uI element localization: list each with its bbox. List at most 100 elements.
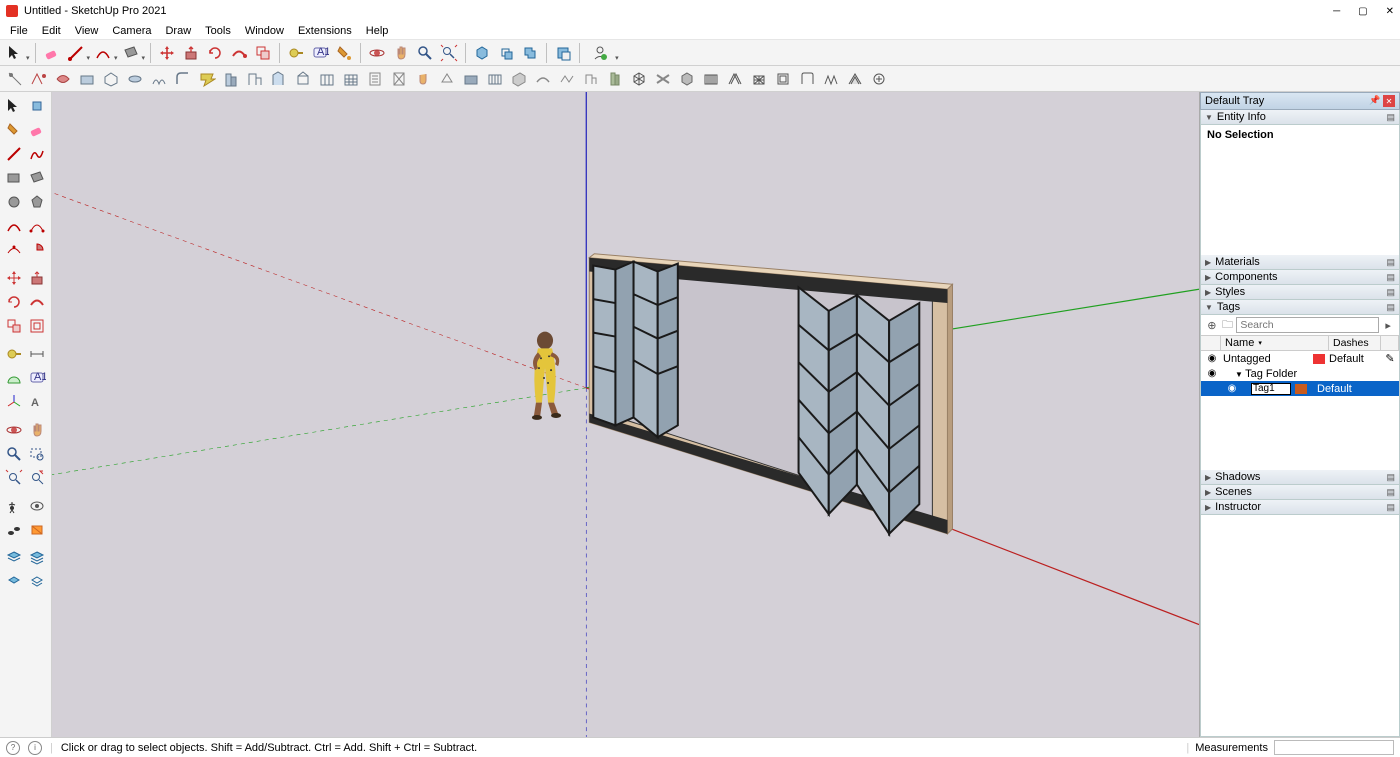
lt-polygon[interactable] [26, 190, 50, 214]
ext-tool-12[interactable] [268, 68, 290, 90]
lt-position[interactable] [2, 494, 26, 518]
ext-tool-36[interactable] [844, 68, 866, 90]
lt-rotate[interactable] [2, 290, 26, 314]
ext-tool-28[interactable] [652, 68, 674, 90]
panel-entity-info[interactable]: ▼Entity Info▤ [1200, 110, 1400, 125]
ext-tool-7[interactable] [148, 68, 170, 90]
ext-tool-23[interactable] [532, 68, 554, 90]
panel-instructor[interactable]: ▶Instructor▤ [1200, 500, 1400, 515]
panel-styles[interactable]: ▶Styles▤ [1200, 285, 1400, 300]
ext-tool-16[interactable] [364, 68, 386, 90]
edit-icon[interactable]: ✎ [1381, 352, 1399, 365]
scale-tool-button[interactable] [252, 42, 274, 64]
tags-search-input[interactable] [1236, 317, 1379, 333]
panel-materials[interactable]: ▶Materials▤ [1200, 255, 1400, 270]
lt-zoomext[interactable] [2, 466, 26, 490]
lt-circle[interactable] [2, 190, 26, 214]
tray-close-icon[interactable]: ✕ [1383, 95, 1395, 107]
lt-layers1[interactable] [2, 546, 26, 570]
ext-tool-20[interactable] [460, 68, 482, 90]
tags-menu-icon[interactable]: ▸ [1381, 317, 1395, 333]
lt-pie[interactable] [26, 238, 50, 262]
visibility-icon[interactable]: ◉ [1203, 353, 1221, 364]
add-tag-icon[interactable]: ⊕ [1205, 317, 1219, 333]
lt-rotrect[interactable] [26, 166, 50, 190]
lt-text[interactable]: A1 [26, 366, 50, 390]
close-button[interactable]: ✕ [1386, 6, 1394, 17]
ext-tool-35[interactable] [820, 68, 842, 90]
lt-rect[interactable] [2, 166, 26, 190]
ext-tool-18[interactable] [412, 68, 434, 90]
panel-shadows[interactable]: ▶Shadows▤ [1200, 470, 1400, 485]
panel-opts-icon[interactable]: ▤ [1386, 112, 1395, 123]
ext-tool-8[interactable] [172, 68, 194, 90]
zoom-extents-button[interactable] [438, 42, 460, 64]
tape-tool-button[interactable] [285, 42, 307, 64]
ext-tool-9[interactable] [196, 68, 218, 90]
lt-followme[interactable] [26, 290, 50, 314]
menu-edit[interactable]: Edit [36, 23, 67, 39]
ext-tool-24[interactable] [556, 68, 578, 90]
pan-tool-button[interactable] [390, 42, 412, 64]
lt-3parc[interactable] [2, 238, 26, 262]
lt-move[interactable] [2, 266, 26, 290]
rectangle-tool-button[interactable] [120, 42, 142, 64]
lt-arc[interactable] [2, 214, 26, 238]
maximize-button[interactable]: ▢ [1358, 6, 1367, 17]
lt-tape[interactable] [2, 342, 26, 366]
line-tool-button[interactable] [65, 42, 87, 64]
ext-tool-4[interactable] [76, 68, 98, 90]
menu-draw[interactable]: Draw [159, 23, 197, 39]
lt-section[interactable] [26, 518, 50, 542]
lt-eraser[interactable] [26, 118, 50, 142]
color-swatch[interactable] [1295, 384, 1307, 394]
ext-tool-27[interactable] [628, 68, 650, 90]
lt-prev[interactable] [26, 466, 50, 490]
ext-tool-32[interactable] [748, 68, 770, 90]
measurements-input[interactable] [1274, 740, 1394, 755]
ext-tool-33[interactable] [772, 68, 794, 90]
text-tool-button[interactable]: A1 [309, 42, 331, 64]
ext-tool-25[interactable] [580, 68, 602, 90]
visibility-icon[interactable]: ◉ [1203, 368, 1221, 379]
lt-component[interactable] [26, 94, 50, 118]
lt-2parc[interactable] [26, 214, 50, 238]
ext-tool-31[interactable] [724, 68, 746, 90]
solid-union-button[interactable] [519, 42, 541, 64]
add-folder-icon[interactable]: 🗀 [1221, 317, 1235, 333]
ext-tool-1[interactable] [4, 68, 26, 90]
lt-select[interactable] [2, 94, 26, 118]
lt-protractor[interactable] [2, 366, 26, 390]
ext-tool-6[interactable] [124, 68, 146, 90]
solid-subtract-button[interactable] [552, 42, 574, 64]
lt-scale[interactable] [2, 314, 26, 338]
tag-row-folder[interactable]: ◉ ▼ Tag Folder [1201, 366, 1399, 381]
ext-tool-26[interactable] [604, 68, 626, 90]
lt-look[interactable] [26, 494, 50, 518]
tag-row-tag1[interactable]: ◉ Default [1201, 381, 1399, 396]
pin-icon[interactable]: 📌 [1369, 95, 1379, 105]
ext-tool-15[interactable] [340, 68, 362, 90]
ext-tool-5[interactable] [100, 68, 122, 90]
menu-view[interactable]: View [69, 23, 105, 39]
ext-tool-37[interactable] [868, 68, 890, 90]
move-tool-button[interactable] [156, 42, 178, 64]
menu-tools[interactable]: Tools [199, 23, 237, 39]
lt-3dtext[interactable]: A [26, 390, 50, 414]
pushpull-tool-button[interactable] [180, 42, 202, 64]
menu-extensions[interactable]: Extensions [292, 23, 358, 39]
lt-axes[interactable] [2, 390, 26, 414]
select-tool-button[interactable] [4, 42, 26, 64]
ext-tool-22[interactable] [508, 68, 530, 90]
user-button[interactable] [585, 42, 615, 64]
lt-pushpull[interactable] [26, 266, 50, 290]
orbit-tool-button[interactable] [366, 42, 388, 64]
lt-layers2[interactable] [26, 546, 50, 570]
panel-components[interactable]: ▶Components▤ [1200, 270, 1400, 285]
ext-tool-17[interactable] [388, 68, 410, 90]
lt-zoom[interactable] [2, 442, 26, 466]
paint-tool-button[interactable] [333, 42, 355, 64]
help-icon[interactable]: ? [6, 741, 20, 755]
eraser-tool-button[interactable] [41, 42, 63, 64]
solid-intersect-button[interactable] [495, 42, 517, 64]
